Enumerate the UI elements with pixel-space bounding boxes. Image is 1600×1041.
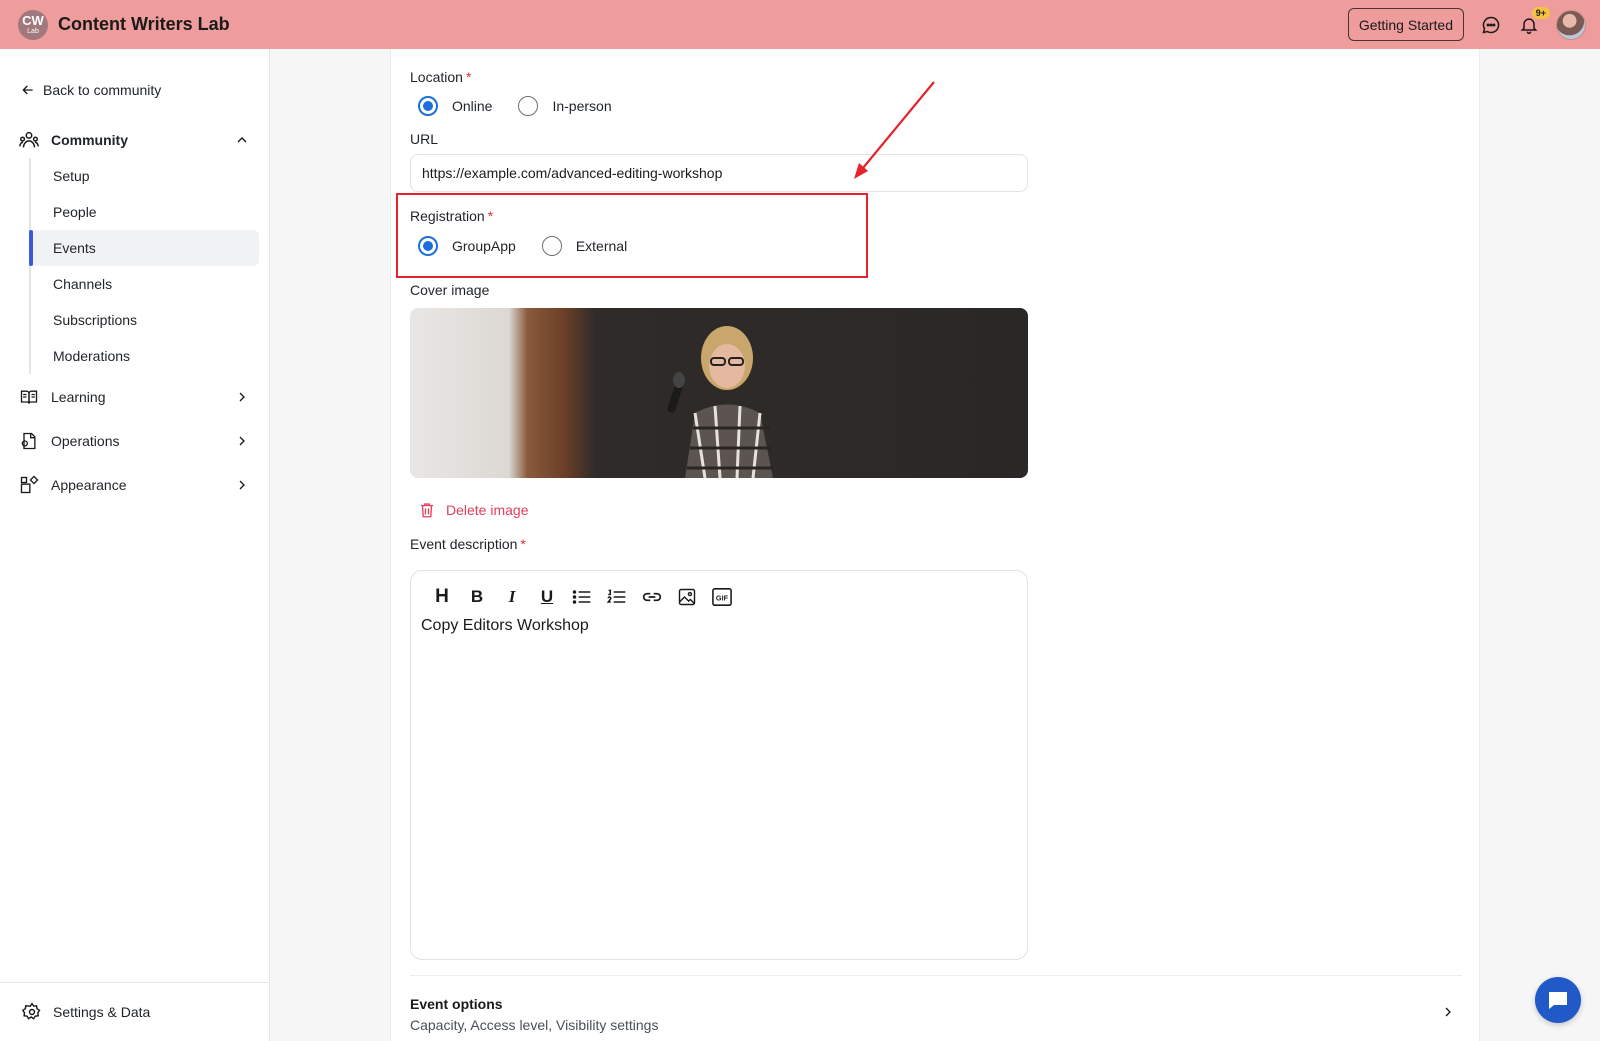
notification-badge: 9+: [1531, 6, 1550, 19]
sidebar: Back to community Community Setup People…: [0, 49, 270, 1041]
location-label: Location *: [410, 69, 472, 85]
trash-icon: [421, 503, 433, 518]
numbered-list-icon[interactable]: [604, 585, 630, 609]
link-icon[interactable]: [639, 585, 665, 609]
sidebar-item-channels[interactable]: Channels: [31, 266, 259, 302]
sidebar-item-setup[interactable]: Setup: [31, 158, 259, 194]
location-radio-group: Online In-person: [418, 96, 638, 116]
sidebar-section-label: Community: [51, 132, 128, 148]
gear-icon: [22, 1002, 41, 1020]
chevron-right-icon: [1445, 1007, 1451, 1017]
settings-and-data-link[interactable]: Settings & Data: [0, 982, 270, 1041]
registration-groupapp-radio[interactable]: [418, 236, 438, 256]
event-options-title: Event options: [410, 996, 503, 1012]
registration-external-radio[interactable]: [541, 236, 562, 256]
bell-icon[interactable]: 9+: [1518, 6, 1550, 36]
registration-external-label[interactable]: External: [576, 238, 627, 254]
event-description-text[interactable]: Copy Editors Workshop: [421, 617, 589, 635]
chevron-up-icon: [237, 137, 247, 143]
location-in-person-radio[interactable]: [518, 96, 539, 116]
community-icon: [18, 129, 40, 151]
sidebar-item-subscriptions[interactable]: Subscriptions: [31, 302, 259, 338]
sidebar-section-label: Appearance: [51, 477, 127, 493]
settings-label: Settings & Data: [53, 1004, 151, 1020]
editor-toolbar: H B I U GIF: [429, 585, 744, 609]
sidebar-section-learning[interactable]: Learning: [18, 386, 250, 408]
delete-image-label: Delete image: [446, 502, 529, 518]
svg-text:GIF: GIF: [716, 594, 729, 603]
registration-label: Registration *: [410, 208, 494, 224]
back-to-community-link[interactable]: Back to community: [20, 82, 161, 98]
getting-started-button[interactable]: Getting Started: [1347, 8, 1464, 41]
event-options-subtitle: Capacity, Access level, Visibility setti…: [410, 1017, 659, 1033]
sidebar-item-events[interactable]: Events: [29, 230, 259, 266]
url-label: URL: [410, 131, 439, 147]
event-description-editor[interactable]: H B I U GIF Copy Editors Workshop: [410, 570, 1028, 960]
top-bar: CW Lab Content Writers Lab Getting Start…: [0, 0, 1600, 49]
chevron-right-icon: [239, 480, 245, 490]
arrow-left-icon: [22, 85, 33, 95]
registration-groupapp-label[interactable]: GroupApp: [452, 238, 516, 254]
community-name[interactable]: Content Writers Lab: [58, 14, 230, 35]
sidebar-section-community[interactable]: Community: [18, 129, 250, 151]
location-online-label[interactable]: Online: [452, 98, 492, 114]
cover-image-label: Cover image: [410, 282, 490, 298]
delete-image-button[interactable]: Delete image: [418, 501, 529, 519]
logo-subtext: Lab: [27, 28, 39, 35]
chat-bubble-icon: [1549, 992, 1567, 1009]
sidebar-item-people[interactable]: People: [31, 194, 259, 230]
community-logo[interactable]: CW Lab: [18, 9, 48, 40]
sidebar-item-moderations[interactable]: Moderations: [31, 338, 259, 374]
event-options-row[interactable]: Event options Capacity, Access level, Vi…: [410, 975, 1462, 1041]
sidebar-section-operations[interactable]: Operations: [18, 430, 250, 452]
back-label: Back to community: [43, 82, 162, 98]
chevron-right-icon: [239, 392, 245, 402]
sidebar-section-label: Learning: [51, 389, 106, 405]
location-online-radio[interactable]: [418, 96, 438, 116]
logo-text: CW: [22, 13, 44, 28]
book-icon: [18, 386, 40, 408]
chat-fab-button[interactable]: [1535, 977, 1581, 1023]
speaker-photo: [667, 326, 773, 478]
appearance-icon: [18, 474, 40, 496]
registration-radio-group: GroupApp External: [418, 236, 653, 256]
community-subnav: Setup People Events Channels Subscriptio…: [29, 158, 259, 374]
italic-button[interactable]: I: [499, 585, 525, 609]
chat-icon[interactable]: [1480, 14, 1502, 36]
underline-button[interactable]: U: [534, 585, 560, 609]
location-in-person-label[interactable]: In-person: [552, 98, 611, 114]
event-description-label: Event description *: [410, 536, 526, 552]
bulleted-list-icon[interactable]: [569, 585, 595, 609]
annotation-arrow-icon: [854, 81, 935, 179]
chevron-right-icon: [239, 436, 245, 446]
cover-image: [410, 308, 1028, 478]
gif-icon[interactable]: GIF: [709, 585, 735, 609]
operations-icon: [18, 430, 40, 452]
heading-button[interactable]: H: [429, 585, 455, 609]
bold-button[interactable]: B: [464, 585, 490, 609]
insert-image-icon[interactable]: [674, 585, 700, 609]
sidebar-section-label: Operations: [51, 433, 120, 449]
event-form-card: Location* Online In-person URL Registrat…: [390, 49, 1480, 1041]
sidebar-section-appearance[interactable]: Appearance: [18, 474, 250, 496]
user-avatar[interactable]: [1556, 9, 1586, 40]
